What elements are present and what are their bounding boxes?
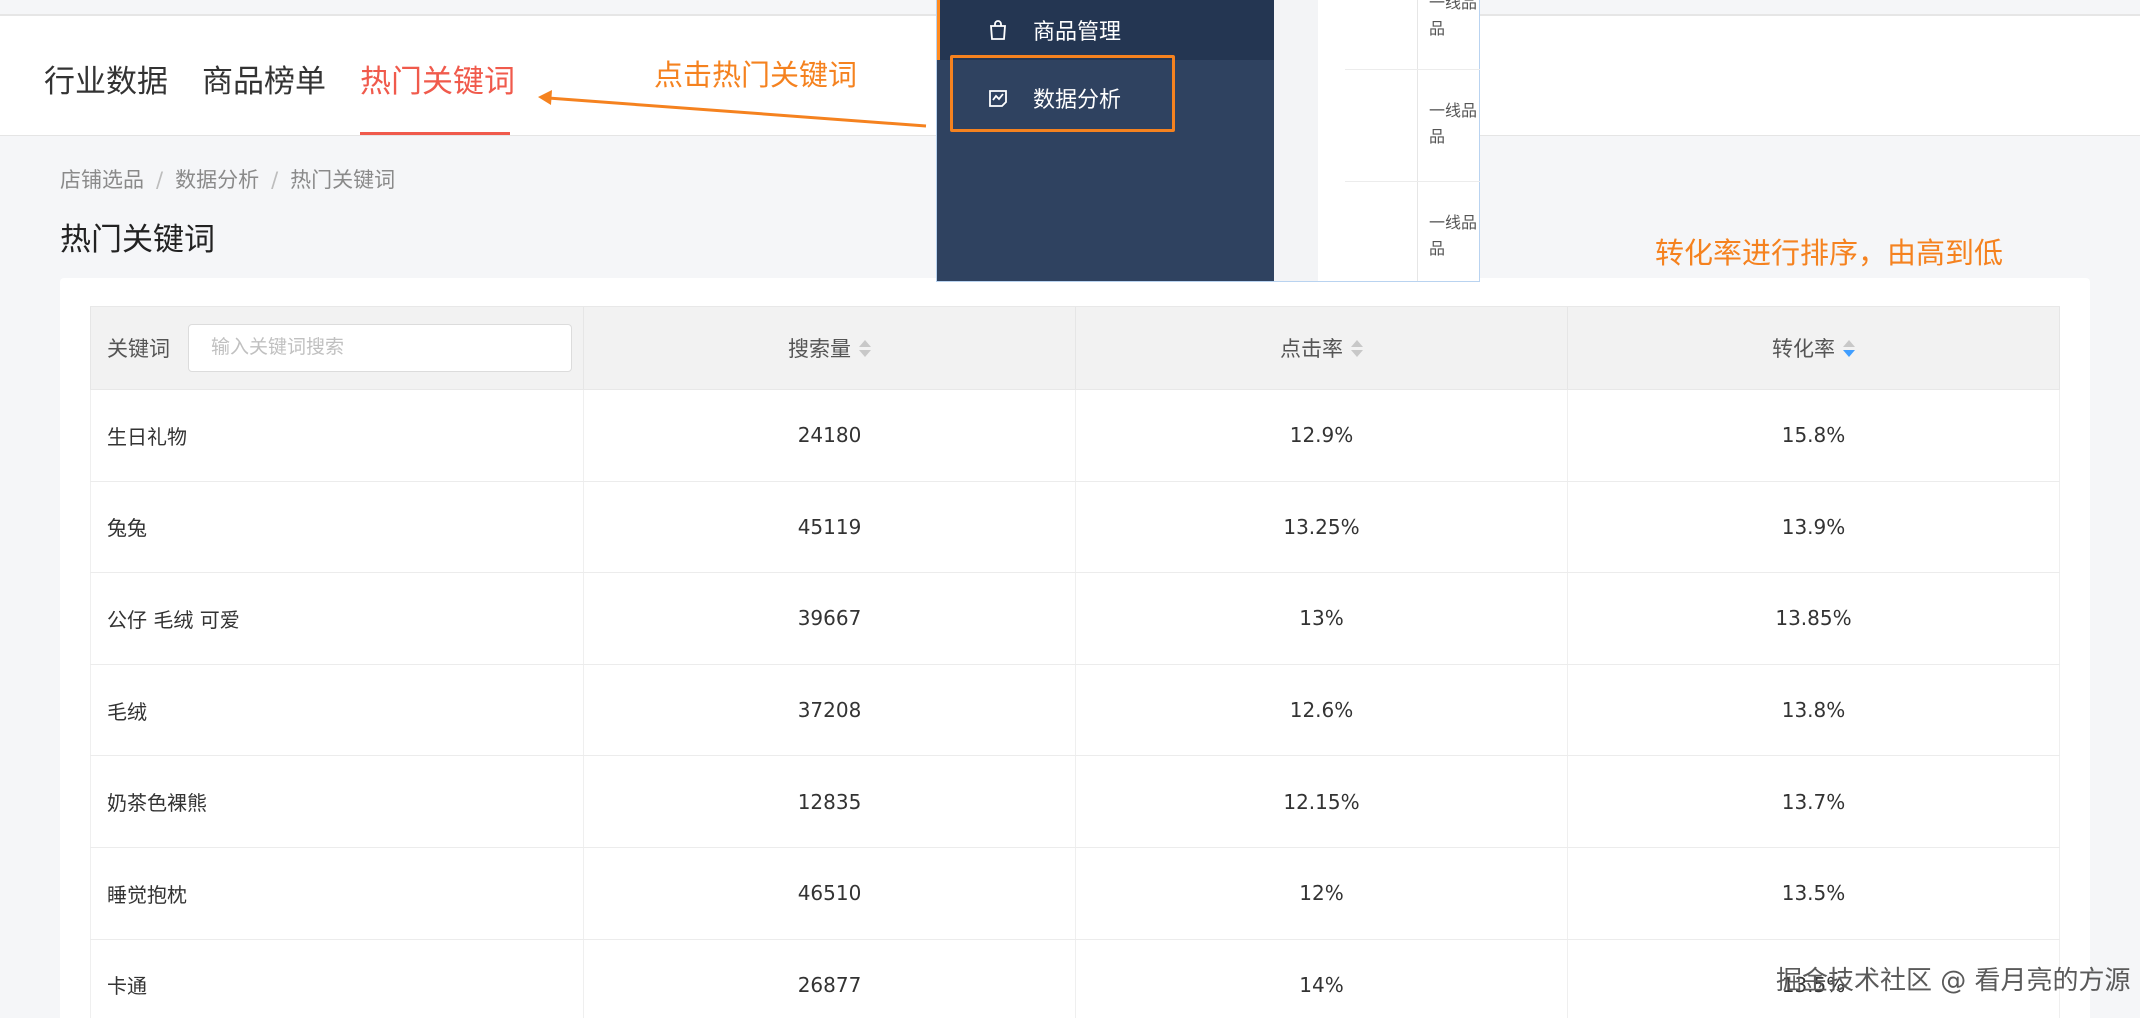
tab-product-ranking[interactable]: 商品榜单: [202, 56, 326, 101]
search-volume-cell: 24180: [584, 390, 1076, 481]
keyword-cell: 生日礼物: [90, 390, 584, 481]
ctr-header-label: 点击率: [1280, 337, 1343, 361]
cvr-cell: 13.7%: [1568, 756, 2060, 847]
active-tab-indicator: [360, 132, 510, 135]
popup-side-row: 一线品品: [1345, 182, 1480, 281]
ctr-cell: 13%: [1076, 573, 1568, 664]
data-analysis-highlight-box: [950, 55, 1175, 132]
ctr-cell: 12.9%: [1076, 390, 1568, 481]
keyword-cell: 兔兔: [90, 481, 584, 573]
table-row: 公仔 毛绒 可爱 39667 13% 13.85%: [90, 573, 2060, 665]
cvr-cell: 13.5%: [1568, 847, 2060, 939]
table-row: 奶茶色裸熊 12835 12.15% 13.7%: [90, 756, 2060, 848]
click-hint-annotation: 点击热门关键词: [654, 58, 858, 92]
ctr-cell: 12.6%: [1076, 664, 1568, 756]
side-menu: 商品管理 数据分析: [937, 0, 1274, 281]
ctr-column-header[interactable]: 点击率: [1076, 307, 1568, 389]
table-body: 生日礼物 24180 12.9% 15.8% 兔兔 45119 13.25% 13.9% 公仔 …: [90, 390, 2060, 1018]
popup-side-text: 一线品品: [1429, 101, 1478, 146]
search-volume-cell: 37208: [584, 664, 1076, 756]
keyword-table: 关键词 搜索量 点击率 转化率 生日礼物2418012.9%15.8%兔兔451…: [90, 306, 2060, 1018]
popup-side-row: 一线品品: [1345, 0, 1480, 70]
table-row: 毛绒 37208 12.6% 13.8%: [90, 664, 2060, 757]
menu-item-label: 商品管理: [1033, 20, 1122, 45]
cvr-cell: 13.85%: [1568, 573, 2060, 664]
ctr-cell: 13.25%: [1076, 481, 1568, 573]
menu-item-product-management[interactable]: 商品管理: [937, 11, 1121, 49]
popup-gap: [1274, 0, 1318, 281]
search-volume-cell: 12835: [584, 756, 1076, 847]
ctr-cell: 14%: [1076, 939, 1568, 1018]
search-volume-cell: 45119: [584, 481, 1076, 573]
cvr-column-header[interactable]: 转化率: [1568, 307, 2060, 389]
table-row: 生日礼物 24180 12.9% 15.8%: [90, 390, 2060, 482]
cvr-header-label: 转化率: [1772, 337, 1835, 361]
breadcrumb-item[interactable]: 店铺选品: [60, 168, 144, 192]
search-volume-header-label: 搜索量: [788, 337, 851, 361]
table-row: 卡通 26877 14% 13.5%: [90, 939, 2060, 1018]
sort-icon[interactable]: [859, 339, 871, 357]
popup-side-text: 一线品品: [1429, 0, 1478, 38]
table-row: 兔兔 45119 13.25% 13.9%: [90, 481, 2060, 574]
watermark: 掘金技术社区 @ 看月亮的方源: [1776, 966, 2131, 996]
breadcrumb-item: 热门关键词: [290, 168, 396, 192]
page-title: 热门关键词: [60, 222, 215, 258]
ctr-cell: 12%: [1076, 847, 1568, 939]
table-header: 关键词 搜索量 点击率 转化率: [90, 306, 2060, 390]
cvr-cell: 13.8%: [1568, 664, 2060, 756]
sort-descending-icon[interactable]: [1843, 339, 1855, 357]
ctr-cell: 12.15%: [1076, 756, 1568, 847]
sort-icon[interactable]: [1351, 339, 1363, 357]
keyword-cell: 睡觉抱枕: [90, 847, 584, 939]
keyword-cell: 卡通: [90, 939, 584, 1018]
breadcrumb: 店铺选品 / 数据分析 / 热门关键词: [60, 168, 396, 192]
sort-hint-annotation: 转化率进行排序，由高到低: [1655, 236, 2004, 270]
keyword-cell: 奶茶色裸熊: [90, 756, 584, 847]
search-volume-cell: 39667: [584, 573, 1076, 664]
keyword-header-label: 关键词: [107, 337, 170, 361]
shopping-bag-icon: [990, 20, 1006, 40]
keyword-cell: 毛绒: [90, 664, 584, 756]
breadcrumb-item[interactable]: 数据分析: [175, 168, 259, 192]
tab-industry-data[interactable]: 行业数据: [44, 56, 168, 101]
cvr-cell: 13.9%: [1568, 481, 2060, 573]
table-row: 睡觉抱枕 46510 12% 13.5%: [90, 847, 2060, 940]
popup-side-table: 一线品品 一线品品 一线品品: [1345, 0, 1480, 281]
keyword-search-input[interactable]: [188, 324, 572, 372]
keyword-column-header: 关键词: [90, 307, 584, 389]
popup-side-row: 一线品品: [1345, 70, 1480, 182]
keyword-cell: 公仔 毛绒 可爱: [90, 573, 584, 664]
cvr-cell: 15.8%: [1568, 390, 2060, 481]
tab-hot-keywords[interactable]: 热门关键词: [360, 56, 515, 101]
search-volume-cell: 46510: [584, 847, 1076, 939]
search-volume-cell: 26877: [584, 939, 1076, 1018]
popup-side-text: 一线品品: [1429, 213, 1478, 258]
search-volume-column-header[interactable]: 搜索量: [584, 307, 1076, 389]
